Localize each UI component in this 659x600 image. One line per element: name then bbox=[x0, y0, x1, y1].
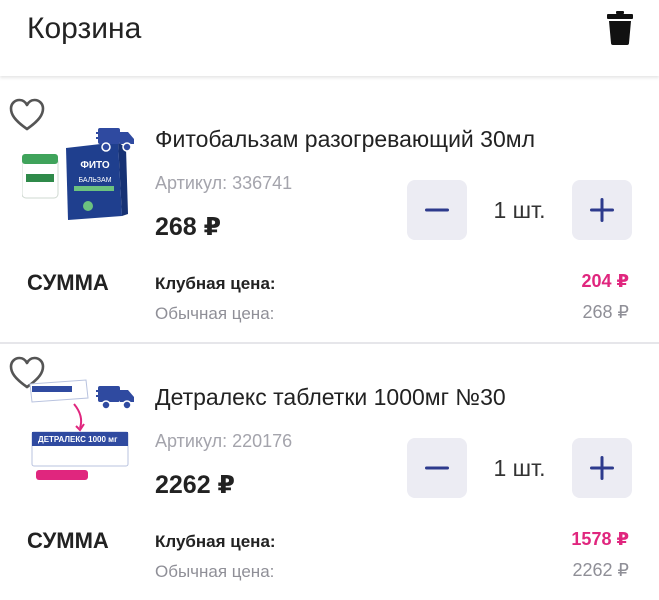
truck-icon bbox=[96, 386, 134, 410]
regular-price-value: 2262 ₽ bbox=[572, 560, 630, 580]
page-title: Корзина bbox=[27, 12, 142, 45]
club-price-value: 204 ₽ bbox=[581, 271, 629, 291]
regular-price-label: Обычная цена: bbox=[155, 304, 275, 323]
plus-icon bbox=[590, 198, 614, 222]
product-price: 268 ₽ bbox=[155, 213, 222, 241]
svg-text:БАЛЬЗАМ: БАЛЬЗАМ bbox=[78, 177, 111, 184]
product-price: 2262 ₽ bbox=[155, 471, 235, 499]
sum-label: СУММА bbox=[27, 528, 109, 553]
plus-icon bbox=[590, 456, 614, 480]
increase-quantity-button[interactable] bbox=[572, 438, 632, 498]
trash-icon[interactable] bbox=[606, 11, 634, 45]
club-price-label: Клубная цена: bbox=[155, 274, 276, 293]
regular-price-label: Обычная цена: bbox=[155, 562, 275, 581]
sum-label: СУММА bbox=[27, 270, 109, 295]
product-sku: Артикул: 336741 bbox=[155, 173, 293, 193]
minus-icon bbox=[425, 466, 449, 470]
product-name[interactable]: Детралекс таблетки 1000мг №30 bbox=[155, 384, 506, 411]
app-header: Корзина bbox=[0, 0, 659, 76]
cart-item: ФИТО БАЛЬЗАМ Фитобальзам разогревающий 3… bbox=[0, 86, 659, 344]
club-price-value: 1578 ₽ bbox=[571, 529, 629, 549]
increase-quantity-button[interactable] bbox=[572, 180, 632, 240]
regular-price-value: 268 ₽ bbox=[582, 302, 630, 322]
quantity-value: 1 шт. bbox=[493, 197, 546, 223]
product-name[interactable]: Фитобальзам разогревающий 30мл bbox=[155, 126, 535, 153]
decrease-quantity-button[interactable] bbox=[407, 438, 467, 498]
truck-icon bbox=[96, 128, 134, 152]
cart-item: ДЕТРАЛЕКС 1000 мг Детралекс таблетки 100… bbox=[0, 344, 659, 600]
decrease-quantity-button[interactable] bbox=[407, 180, 467, 240]
minus-icon bbox=[425, 208, 449, 212]
club-price-label: Клубная цена: bbox=[155, 532, 276, 551]
svg-text:ФИТО: ФИТО bbox=[80, 160, 110, 171]
product-sku: Артикул: 220176 bbox=[155, 431, 293, 451]
svg-text:ДЕТРАЛЕКС 1000 мг: ДЕТРАЛЕКС 1000 мг bbox=[38, 435, 118, 444]
quantity-value: 1 шт. bbox=[493, 455, 546, 481]
